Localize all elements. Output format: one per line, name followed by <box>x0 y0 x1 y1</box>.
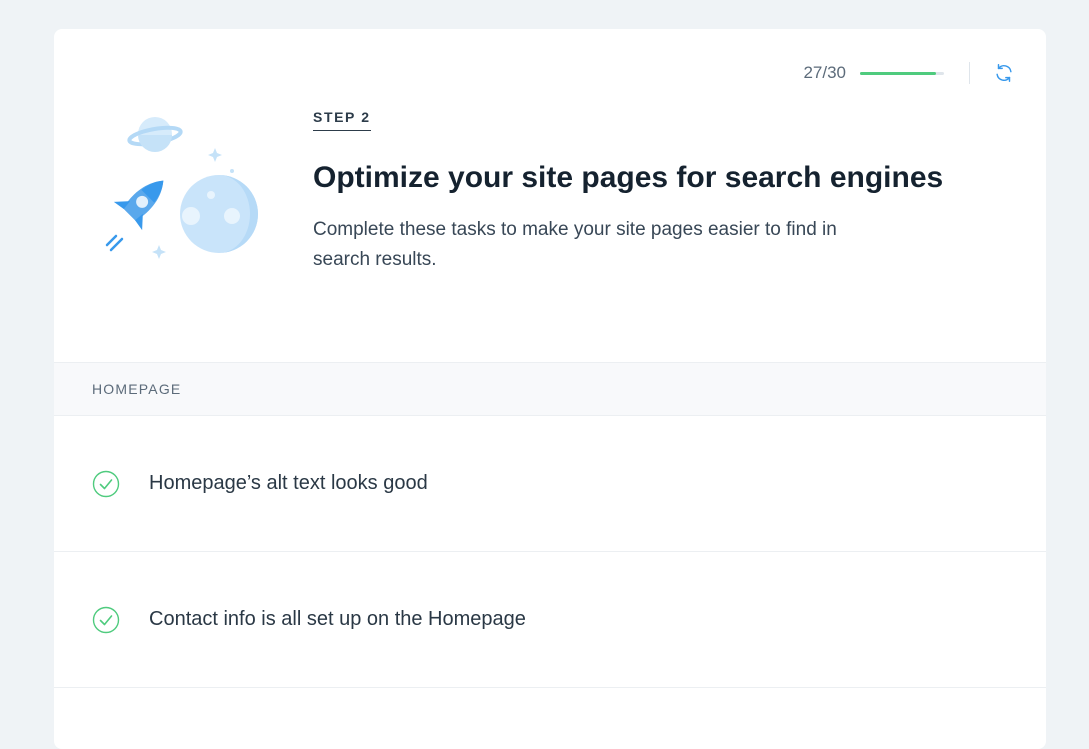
task-item[interactable]: Contact info is all set up on the Homepa… <box>54 552 1046 688</box>
task-label: Contact info is all set up on the Homepa… <box>149 608 526 630</box>
check-circle-icon <box>92 606 120 633</box>
progress-bar-fill <box>860 71 936 75</box>
section-label: HOMEPAGE <box>92 381 182 397</box>
refresh-button[interactable] <box>992 61 1016 85</box>
check-circle-icon <box>92 470 120 497</box>
rocket-planet-illustration <box>98 109 268 269</box>
page-description: Complete these tasks to make your site p… <box>313 219 837 270</box>
page-title: Optimize your site pages for search engi… <box>313 161 944 194</box>
section-header-homepage: HOMEPAGE <box>54 362 1046 416</box>
seo-step-card: 27/30 STEP 2 Optimize your site pages fo… <box>54 29 1046 749</box>
progress-indicator: 27/30 <box>803 61 1016 85</box>
divider <box>969 62 970 84</box>
refresh-icon <box>996 64 1012 82</box>
progress-bar <box>860 71 944 75</box>
step-label: STEP 2 <box>313 109 371 131</box>
progress-score: 27/30 <box>803 63 846 82</box>
task-label: Homepage’s alt text looks good <box>149 472 428 494</box>
task-item[interactable]: Homepage’s alt text looks good <box>54 416 1046 552</box>
